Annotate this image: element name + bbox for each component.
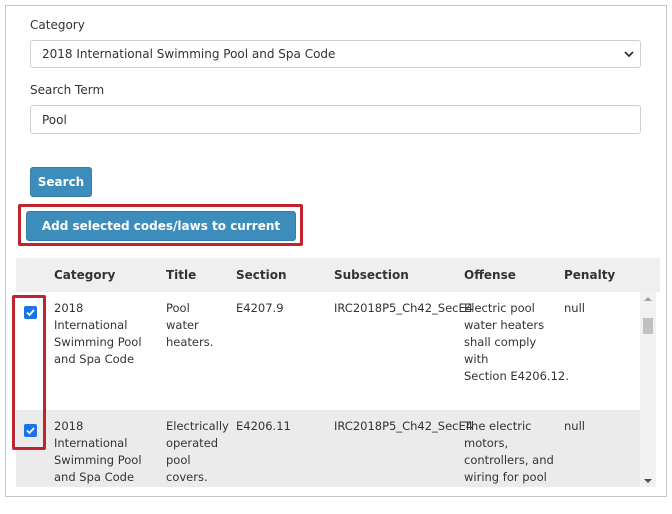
search-codes-panel: Category 2018 International Swimming Poo… — [5, 5, 667, 497]
header-penalty: Penalty — [564, 268, 616, 282]
cell-title: Pool water heaters. — [166, 301, 214, 349]
table-body[interactable]: 2018 International Swimming Pool and Spa… — [16, 292, 650, 487]
header-offense: Offense — [464, 268, 516, 282]
cell-offense: Electric pool water heaters shall comply… — [464, 301, 569, 383]
search-term-label: Search Term — [30, 83, 105, 97]
cell-category: 2018 International Swimming Pool and Spa… — [54, 419, 142, 484]
category-select-value: 2018 International Swimming Pool and Spa… — [42, 47, 336, 61]
cell-penalty: null — [564, 419, 585, 433]
category-label: Category — [30, 18, 85, 32]
cell-title: Electrically operated pool covers. — [166, 419, 229, 484]
cell-subsection: IRC2018P5_Ch42_SecE4 — [334, 301, 474, 315]
scrollbar-thumb[interactable] — [643, 318, 653, 334]
cell-section: E4207.9 — [236, 301, 284, 315]
chevron-down-icon — [624, 51, 634, 58]
add-selected-codes-button[interactable]: Add selected codes/laws to current recor… — [26, 211, 296, 261]
cell-section: E4206.11 — [236, 419, 291, 433]
search-button[interactable]: Search — [30, 167, 92, 197]
checkbox-column-highlight — [12, 295, 46, 450]
scroll-down-arrow-icon[interactable] — [644, 478, 652, 484]
header-category: Category — [54, 268, 116, 282]
header-subsection: Subsection — [334, 268, 409, 282]
cell-subsection: IRC2018P5_Ch42_SecE4 — [334, 419, 474, 433]
header-section: Section — [236, 268, 287, 282]
table-header: Category Title Section Subsection Offens… — [16, 258, 660, 292]
cell-penalty: null — [564, 301, 585, 315]
cell-category: 2018 International Swimming Pool and Spa… — [54, 301, 142, 366]
category-select[interactable]: 2018 International Swimming Pool and Spa… — [30, 40, 641, 68]
scroll-up-arrow-icon[interactable] — [644, 296, 652, 302]
table-scrollbar[interactable] — [640, 292, 656, 487]
table-row: 2018 International Swimming Pool and Spa… — [16, 410, 650, 487]
search-term-input[interactable] — [30, 105, 641, 134]
table-row: 2018 International Swimming Pool and Spa… — [16, 292, 650, 410]
cell-offense: The electric motors, controllers, and wi… — [464, 419, 554, 484]
header-title: Title — [166, 268, 197, 282]
